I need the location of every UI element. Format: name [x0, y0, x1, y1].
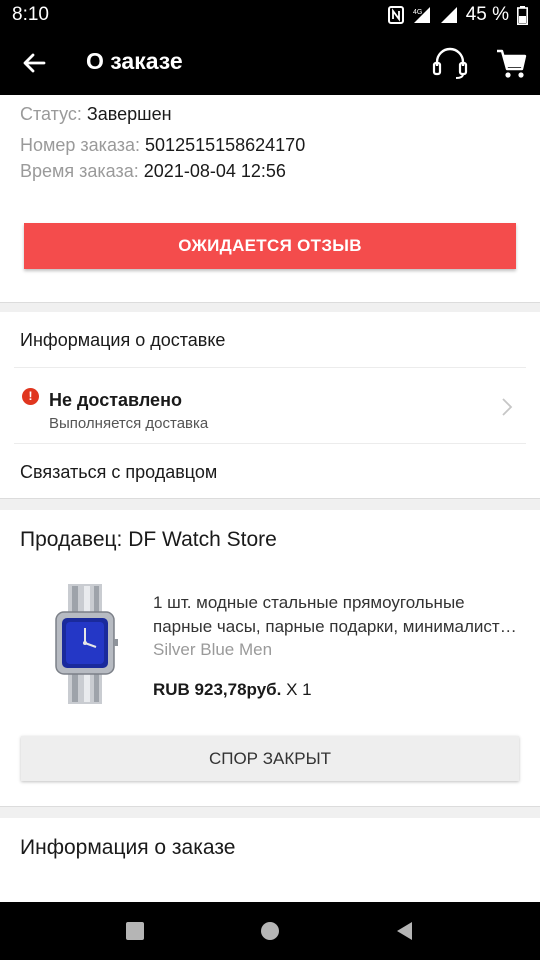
nfc-icon: [387, 6, 404, 24]
contact-seller-link[interactable]: Связаться с продавцом: [20, 462, 217, 483]
order-time-label: Время заказа:: [20, 161, 139, 181]
status-icons: 4G 45 %: [387, 4, 528, 26]
recents-icon[interactable]: [126, 922, 144, 940]
product-image[interactable]: [40, 580, 130, 710]
product-title-line1: 1 шт. модные стальные прямоугольные: [153, 593, 465, 612]
status-time: 8:10: [12, 4, 49, 25]
product-quantity: X 1: [286, 680, 312, 699]
product-variant: Silver Blue Men: [153, 640, 273, 659]
delivery-status-subtitle: Выполняется доставка: [49, 415, 209, 432]
svg-text:4G: 4G: [413, 9, 422, 16]
product-price-line: RUB 923,78руб. X 1: [153, 680, 312, 700]
arrow-left-icon[interactable]: [18, 47, 50, 79]
divider: [14, 367, 526, 368]
order-number-value: 5012515158624170: [145, 135, 306, 155]
seller-name[interactable]: Продавец: DF Watch Store: [20, 528, 277, 552]
battery-percent: 45 %: [465, 4, 509, 25]
order-time-line: Время заказа: 2021-08-04 12:56: [20, 161, 286, 182]
app-bar: О заказе: [0, 30, 540, 95]
order-time-value: 2021-08-04 12:56: [143, 161, 286, 181]
product-title-line2: парные часы, парные подарки, минималисти…: [153, 617, 523, 636]
page-title: О заказе: [86, 48, 183, 74]
order-info-heading: Информация о заказе: [20, 836, 236, 859]
product-title[interactable]: 1 шт. модные стальные прямоугольные парн…: [153, 591, 523, 639]
alert-icon: !: [22, 388, 39, 405]
order-summary: [0, 95, 540, 302]
battery-icon: [517, 5, 528, 25]
status-bar: 8:10 4G 45 %: [0, 0, 540, 30]
home-icon[interactable]: [261, 922, 279, 940]
product-price: RUB 923,78руб.: [153, 680, 282, 699]
section-divider: [0, 302, 540, 312]
section-divider: [0, 806, 540, 818]
delivery-heading: Информация о доставке: [20, 330, 226, 350]
back-triangle-icon[interactable]: [395, 921, 415, 941]
awaiting-review-button[interactable]: ОЖИДАЕТСЯ ОТЗЫВ: [24, 223, 516, 269]
order-status-line: Статус: Завершен: [20, 104, 172, 125]
status-label: Статус:: [20, 104, 82, 124]
divider: [14, 443, 526, 444]
signal-icon: [440, 7, 457, 23]
order-number-label: Номер заказа:: [20, 135, 141, 155]
signal-4g-icon: 4G: [413, 7, 430, 23]
dispute-closed-button[interactable]: СПОР ЗАКРЫТ: [21, 736, 519, 781]
delivery-status-title: Не доставлено: [49, 390, 182, 410]
headset-icon[interactable]: [430, 46, 470, 80]
chevron-right-icon: [502, 398, 513, 416]
status-value: Завершен: [86, 104, 172, 124]
order-number-line: Номер заказа: 5012515158624170: [20, 135, 305, 156]
section-divider: [0, 498, 540, 510]
cart-icon[interactable]: [494, 46, 528, 80]
